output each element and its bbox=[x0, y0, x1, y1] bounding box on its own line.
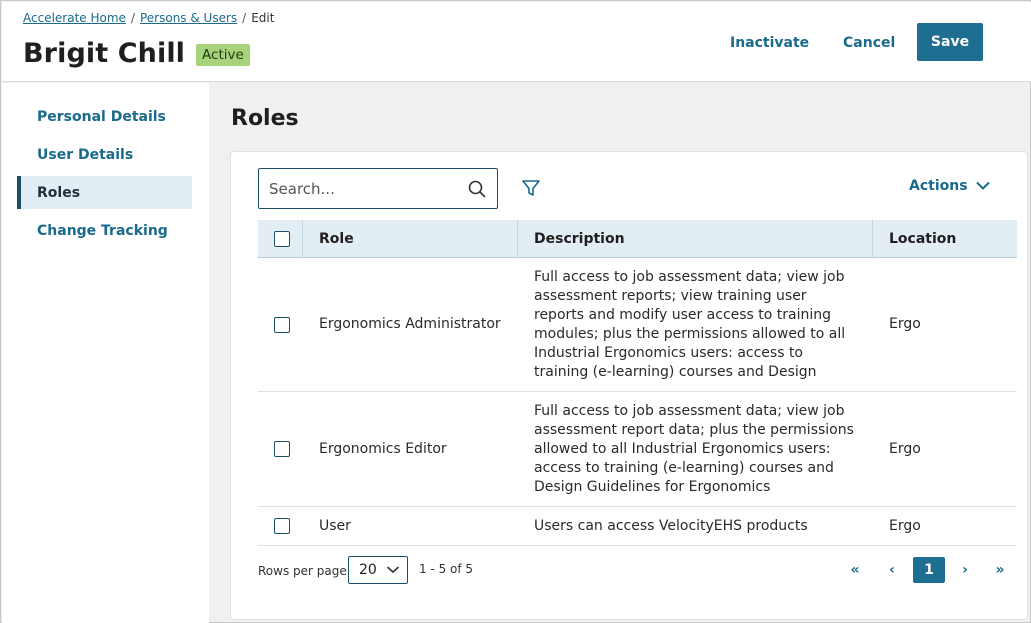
row-checkbox[interactable] bbox=[274, 441, 290, 457]
roles-card: Actions Role Description Location Ergono… bbox=[230, 151, 1028, 620]
rows-per-page-select[interactable]: 20 bbox=[348, 556, 408, 584]
actions-dropdown[interactable]: Actions bbox=[909, 178, 990, 194]
sidebar: Personal Details User Details Roles Chan… bbox=[2, 83, 209, 623]
location-cell: Ergo bbox=[889, 517, 921, 534]
status-badge: Active bbox=[196, 43, 250, 66]
table-row[interactable]: Ergonomics Editor Full access to job ass… bbox=[258, 392, 1017, 507]
location-cell: Ergo bbox=[889, 316, 921, 332]
page-title: Brigit Chill bbox=[23, 38, 186, 69]
breadcrumb: Accelerate Home / Persons & Users / Edit bbox=[23, 11, 274, 25]
row-checkbox[interactable] bbox=[274, 316, 290, 333]
page-1-button[interactable]: 1 bbox=[913, 557, 945, 583]
description-cell: Users can access VelocityEHS products bbox=[534, 517, 808, 534]
role-cell: User bbox=[319, 517, 351, 534]
next-page-button[interactable]: › bbox=[952, 557, 978, 583]
role-cell: Ergonomics Administrator bbox=[319, 316, 501, 332]
filter-icon[interactable] bbox=[521, 178, 541, 198]
chevron-down-icon bbox=[387, 566, 399, 574]
column-header-role[interactable]: Role bbox=[303, 220, 518, 257]
search-box[interactable] bbox=[258, 168, 498, 209]
description-cell: Full access to job assessment data; view… bbox=[534, 402, 854, 495]
inactivate-button[interactable]: Inactivate bbox=[730, 35, 809, 51]
section-title: Roles bbox=[231, 106, 299, 131]
breadcrumb-home-link[interactable]: Accelerate Home bbox=[23, 11, 126, 25]
previous-page-button[interactable]: ‹ bbox=[879, 557, 905, 583]
last-page-button[interactable]: » bbox=[987, 557, 1013, 583]
actions-label: Actions bbox=[909, 178, 968, 194]
row-checkbox[interactable] bbox=[274, 518, 290, 534]
roles-table: Role Description Location Ergonomics Adm… bbox=[258, 220, 1017, 546]
pagination-range: 1 - 5 of 5 bbox=[419, 562, 474, 576]
column-header-description[interactable]: Description bbox=[518, 220, 873, 257]
table-header: Role Description Location bbox=[258, 220, 1017, 258]
row-checkbox-cell bbox=[258, 507, 303, 545]
cancel-button[interactable]: Cancel bbox=[843, 35, 895, 51]
first-page-button[interactable]: « bbox=[842, 557, 868, 583]
page-header: Accelerate Home / Persons & Users / Edit… bbox=[2, 2, 1031, 82]
breadcrumb-separator: / bbox=[130, 11, 135, 25]
search-icon[interactable] bbox=[467, 179, 487, 199]
title-row: Brigit Chill Active bbox=[23, 38, 250, 69]
header-checkbox-cell bbox=[258, 220, 303, 257]
breadcrumb-current: Edit bbox=[251, 11, 275, 25]
rows-per-page-value: 20 bbox=[359, 562, 377, 578]
table-row[interactable]: User Users can access VelocityEHS produc… bbox=[258, 507, 1017, 546]
role-cell: Ergonomics Editor bbox=[319, 440, 447, 457]
save-button[interactable]: Save bbox=[917, 23, 983, 61]
row-checkbox-cell bbox=[258, 258, 303, 391]
location-cell: Ergo bbox=[889, 440, 921, 457]
table-row[interactable]: Ergonomics Administrator Full access to … bbox=[258, 258, 1017, 392]
breadcrumb-persons-link[interactable]: Persons & Users bbox=[140, 11, 237, 25]
sidebar-item-change-tracking[interactable]: Change Tracking bbox=[17, 214, 192, 247]
row-checkbox-cell bbox=[258, 392, 303, 506]
sidebar-item-user-details[interactable]: User Details bbox=[17, 138, 192, 171]
breadcrumb-separator: / bbox=[242, 11, 247, 25]
select-all-checkbox[interactable] bbox=[274, 230, 290, 247]
chevron-down-icon bbox=[976, 182, 990, 190]
column-header-location[interactable]: Location bbox=[873, 220, 1017, 257]
sidebar-item-roles[interactable]: Roles bbox=[17, 176, 192, 209]
description-cell: Full access to job assessment data; view… bbox=[534, 268, 846, 380]
app-window: Accelerate Home / Persons & Users / Edit… bbox=[0, 0, 1031, 623]
rows-per-page-label: Rows per page bbox=[258, 564, 347, 578]
search-input[interactable] bbox=[269, 179, 467, 198]
sidebar-item-personal-details[interactable]: Personal Details bbox=[17, 100, 192, 133]
